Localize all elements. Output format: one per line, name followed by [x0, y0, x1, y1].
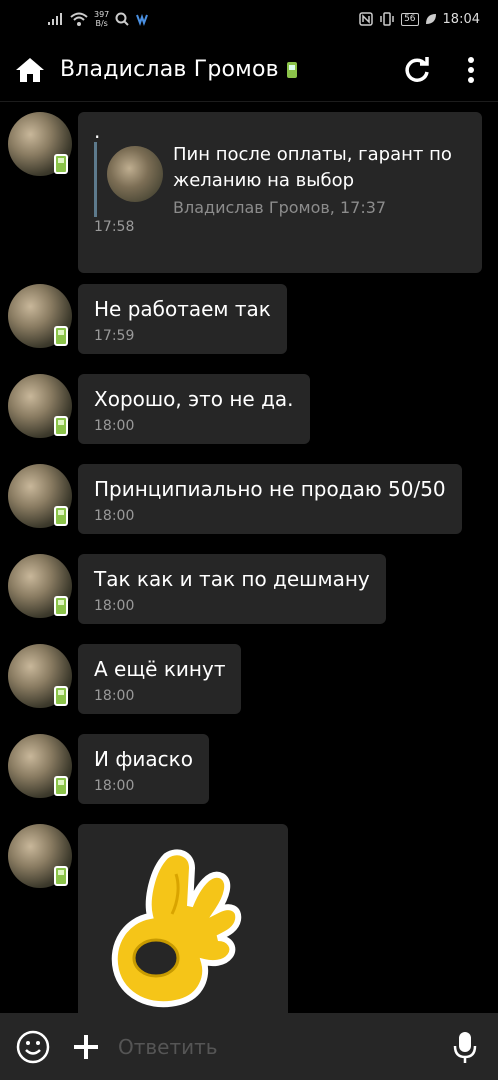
mobile-online-icon: [54, 326, 68, 346]
message-bubble[interactable]: Не работаем так 17:59: [78, 284, 287, 354]
message[interactable]: Не работаем так 17:59: [8, 284, 287, 354]
emoji-icon: [16, 1030, 50, 1063]
message-bubble[interactable]: Так как и так по дешману 18:00: [78, 554, 386, 624]
emoji-button[interactable]: [0, 1013, 66, 1080]
message-time: 17:59: [94, 328, 135, 344]
avatar[interactable]: [8, 374, 72, 438]
mobile-online-icon: [54, 154, 68, 174]
message-time: 18:00: [94, 418, 135, 434]
avatar[interactable]: [8, 284, 72, 348]
message[interactable]: Принципиально не продаю 50/50 18:00: [8, 464, 462, 534]
mobile-online-icon: [54, 416, 68, 436]
message-bubble[interactable]: Хорошо, это не да. 18:00: [78, 374, 310, 444]
mobile-online-icon: [54, 596, 68, 616]
home-icon: [16, 57, 44, 82]
quote-avatar: [107, 146, 163, 202]
voice-message-button[interactable]: [432, 1013, 498, 1080]
avatar[interactable]: [8, 112, 72, 176]
refresh-button[interactable]: [390, 38, 444, 102]
message-time: 18:00: [94, 778, 135, 794]
chat-title-text: Владислав Громов: [60, 57, 279, 82]
message-time: 17:58: [94, 219, 135, 235]
message-text: Так как и так по дешману: [94, 567, 370, 591]
battery-indicator: 56: [401, 12, 419, 26]
mobile-online-icon: [54, 686, 68, 706]
message-text: Не работаем так: [94, 297, 271, 321]
message-time: 18:00: [94, 688, 135, 704]
message-text: Принципиально не продаю 50/50: [94, 477, 446, 501]
network-speed: 397 B/s: [94, 10, 110, 28]
message-bubble[interactable]: И фиаско 18:00: [78, 734, 209, 804]
sticker-bubble[interactable]: [78, 824, 288, 1013]
chat-header: Владислав Громов: [0, 38, 498, 102]
message-time: 18:00: [94, 508, 135, 524]
wifi-icon: [70, 12, 88, 26]
more-menu-button[interactable]: [444, 38, 498, 102]
quote-author: Владислав Громов, 17:37: [173, 198, 387, 217]
vibrate-icon: [380, 12, 394, 26]
refresh-icon: [405, 56, 429, 82]
mobile-online-icon: [286, 62, 297, 78]
composer-bar: [0, 1013, 498, 1080]
signal-icon: [48, 13, 62, 25]
plus-icon: [74, 1034, 98, 1059]
avatar[interactable]: [8, 734, 72, 798]
avatar[interactable]: [8, 554, 72, 618]
message-text: И фиаско: [94, 747, 193, 771]
microphone-icon: [453, 1031, 477, 1063]
message-time: 18:00: [94, 598, 135, 614]
message-list[interactable]: . Пин после оплаты, гарант по желанию на…: [0, 103, 498, 1013]
mobile-online-icon: [54, 506, 68, 526]
clock: 18:04: [442, 11, 480, 27]
message[interactable]: Хорошо, это не да. 18:00: [8, 374, 310, 444]
reply-input[interactable]: [106, 1013, 432, 1080]
message-bubble[interactable]: А ещё кинут 18:00: [78, 644, 242, 714]
ok-hand-sticker-icon: [111, 849, 242, 1008]
message-bubble[interactable]: Принципиально не продаю 50/50 18:00: [78, 464, 462, 534]
status-bar: 397 B/s 56 18:04: [0, 0, 498, 38]
search-app-icon: [115, 12, 129, 26]
message-text: Хорошо, это не да.: [94, 387, 294, 411]
leaf-icon: [425, 14, 436, 24]
message-bubble[interactable]: . Пин после оплаты, гарант по желанию на…: [78, 112, 482, 273]
avatar[interactable]: [8, 824, 72, 888]
home-button[interactable]: [0, 38, 60, 102]
message[interactable]: [8, 824, 288, 1013]
message[interactable]: И фиаско 18:00: [8, 734, 209, 804]
message-text: .: [94, 119, 101, 143]
more-vert-icon: [468, 56, 474, 83]
mobile-online-icon: [54, 776, 68, 796]
message-text: А ещё кинут: [94, 657, 226, 681]
avatar[interactable]: [8, 644, 72, 708]
message[interactable]: . Пин после оплаты, гарант по желанию на…: [8, 112, 482, 273]
message[interactable]: А ещё кинут 18:00: [8, 644, 242, 714]
quote-text: Пин после оплаты, гарант по желанию на в…: [173, 144, 452, 191]
forwarded-quote[interactable]: Пин после оплаты, гарант по желанию на в…: [94, 142, 466, 217]
chat-title: Владислав Громов: [60, 57, 297, 82]
avatar[interactable]: [8, 464, 72, 528]
mobile-online-icon: [54, 866, 68, 886]
nfc-icon: [359, 12, 373, 26]
message[interactable]: Так как и так по дешману 18:00: [8, 554, 386, 624]
vk-icon: [136, 13, 149, 26]
attach-button[interactable]: [66, 1013, 106, 1080]
